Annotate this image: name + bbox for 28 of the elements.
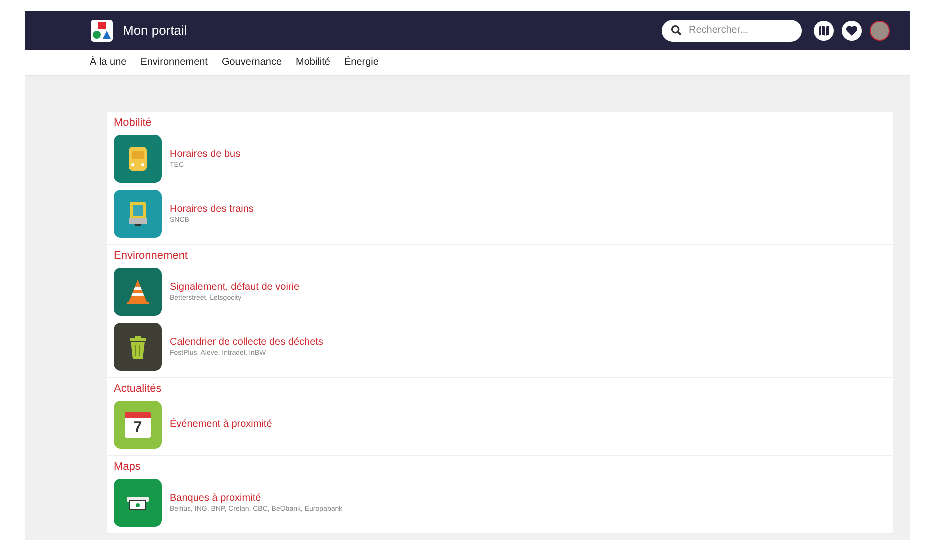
logo-icon — [91, 20, 113, 42]
calendar-icon: 7 — [125, 412, 151, 438]
section-heading: Maps — [114, 461, 142, 474]
calendar-app-icon[interactable]: 7 — [114, 400, 162, 448]
train-app-icon[interactable] — [114, 190, 162, 238]
section-heading: Mobilité — [114, 117, 153, 130]
bank-app-icon[interactable] — [114, 478, 162, 526]
search-field[interactable]: Rechercher... — [662, 20, 802, 42]
map-icon[interactable] — [814, 20, 834, 40]
service-link[interactable]: Événement à proximité — [170, 419, 272, 430]
nav-link[interactable]: Énergie — [344, 57, 379, 68]
bin-app-icon[interactable] — [114, 322, 162, 370]
cone-app-icon[interactable] — [114, 268, 162, 316]
bus-app-icon[interactable] — [114, 134, 162, 182]
search-icon — [671, 25, 682, 36]
service-link[interactable]: Horaires de bus — [170, 148, 241, 160]
service-link[interactable]: Calendrier de collecte des déchets — [170, 336, 324, 348]
nav-link[interactable]: Gouvernance — [222, 57, 282, 68]
nav-link[interactable]: Environnement — [140, 57, 208, 68]
service-link[interactable]: Banques à proximité — [170, 492, 343, 504]
app-title: Mon portail — [123, 23, 188, 38]
nav-link[interactable]: Mobilité — [296, 57, 330, 68]
service-link[interactable]: Signalement, défaut de voirie — [170, 282, 300, 292]
service-link[interactable]: Horaires des trains — [170, 204, 254, 214]
avatar[interactable] — [870, 20, 890, 40]
nav-link[interactable]: À la une — [90, 57, 127, 68]
section-heading: Actualités — [114, 383, 163, 396]
section-heading: Environnement — [114, 250, 189, 263]
